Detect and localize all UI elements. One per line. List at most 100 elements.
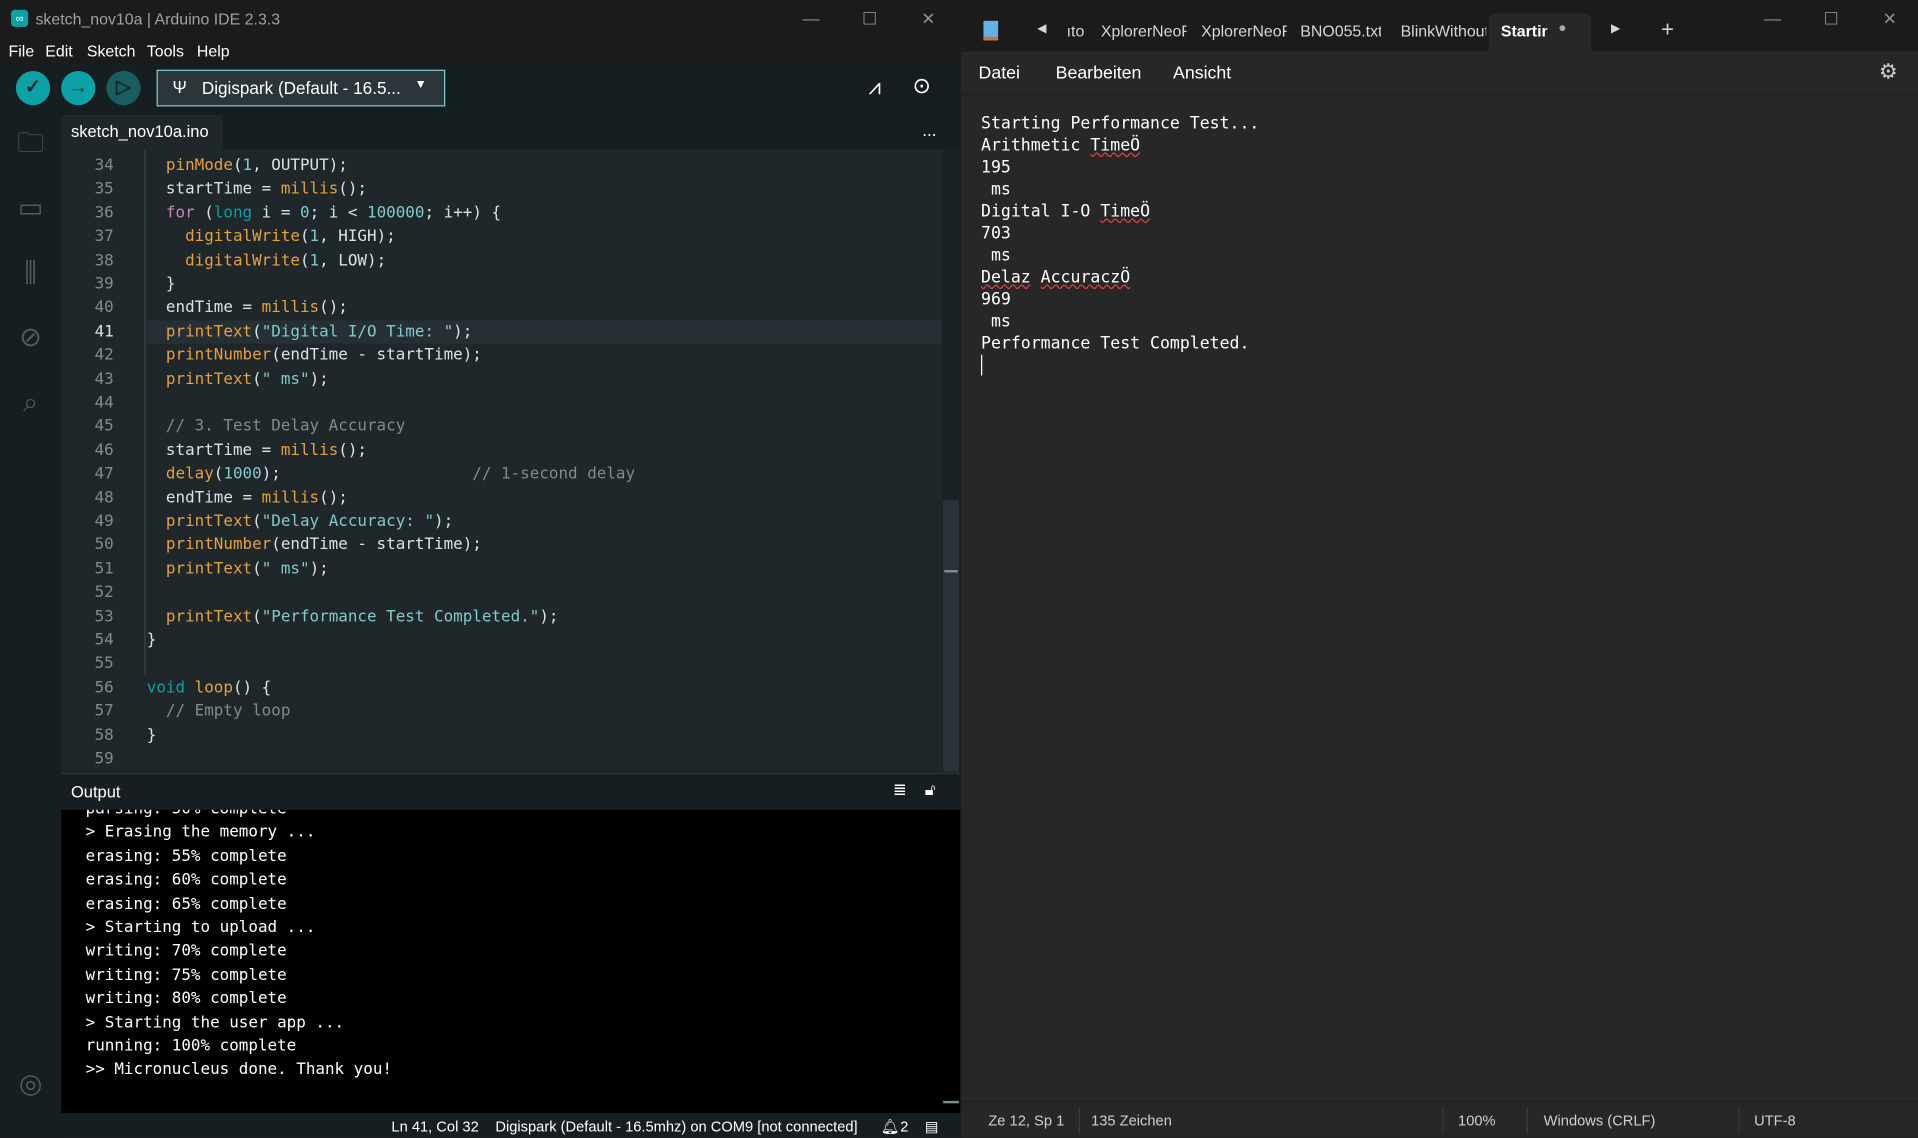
text-line: Delaz AccuraczÖ [981,267,1131,288]
minimize-icon[interactable]: — [1754,5,1791,32]
menu-bar: File Edit Sketch Tools Help [0,37,961,64]
clear-output-icon[interactable]: ≣ [893,780,907,800]
settings-gear-icon[interactable]: ⚙ [1879,60,1898,84]
output-line: parsing: 50% complete [86,810,287,822]
line-number: 52 [94,583,114,603]
line-number: 38 [94,251,114,270]
menu-tools[interactable]: Tools [147,42,184,60]
menu-help[interactable]: Help [197,42,230,60]
output-line: > Erasing the memory ... [85,823,316,843]
line-number: 40 [94,298,114,318]
code-line: printNumber(endTime - startTime); [165,346,482,365]
text-line: Digital I-O TimeÖ [981,201,1151,222]
line-number: 37 [94,227,114,247]
code-line: } [146,726,157,745]
search-icon[interactable]: ⌕ [15,387,47,419]
encoding[interactable]: UTF-8 [1754,1112,1796,1129]
code-line: printText(" ms"); [165,370,329,389]
title-bar: ∞ sketch_nov10a | Arduino IDE 2.3.3 — ☐ … [0,0,961,38]
tab[interactable]: BNO055.txt [1300,22,1381,40]
text-line: ms [981,179,1011,200]
code-line: startTime = millis(); [146,441,367,460]
file-tab[interactable]: sketch_nov10a.ino [61,114,223,150]
code-line: printText(" ms"); [165,559,329,579]
code-line: } [146,631,157,650]
line-number: 42 [94,346,114,365]
output-line: writing: 70% complete [85,942,287,961]
notepad-icon [983,20,999,41]
editor-scrollbar[interactable] [941,149,961,774]
line-number: 57 [94,702,114,721]
output-line: erasing: 55% complete [85,847,287,866]
maximize-icon[interactable]: ☐ [1813,5,1850,32]
text-line: Arithmetic TimeÖ [981,135,1141,156]
board-label: Digispark (Default - 16.5... [201,78,401,98]
notepad-window: ◀ ıto XplorerNeoF XplorerNeoF BNO055.txt… [961,0,1918,1138]
menu-bearbeiten[interactable]: Bearbeiten [1056,64,1142,84]
tab[interactable]: XplorerNeoF [1101,22,1187,40]
debug-button[interactable]: ▷ [106,70,141,106]
serial-plotter-icon[interactable]: ⩘ [868,75,880,101]
minimize-icon[interactable]: — [793,5,830,32]
notepad-menu-bar: Datei Bearbeiten Ansicht ⚙ [961,51,1918,96]
code-line: delay(1000); // 1-second delay [165,465,636,484]
line-number: 55 [94,654,114,674]
menu-file[interactable]: File [9,42,35,60]
line-number: 43 [94,370,114,389]
debug-icon[interactable]: ⊘ [15,322,47,354]
cursor-position: Ze 12, Sp 1 [988,1111,1065,1130]
new-tab-icon[interactable]: + [1661,17,1674,43]
line-ending[interactable]: Windows (CRLF) [1544,1112,1656,1129]
unsaved-dot-icon[interactable]: ● [1558,21,1566,36]
menu-sketch[interactable]: Sketch [87,42,136,60]
usb-icon: Ψ [172,77,187,97]
serial-monitor-icon[interactable]: ⊙ [913,73,931,99]
verify-button[interactable]: ✓ [15,70,51,106]
board-selector[interactable]: Ψ Digispark (Default - 16.5... ▼ [156,69,446,107]
menu-ansicht[interactable]: Ansicht [1173,64,1231,84]
zoom-level[interactable]: 100% [1458,1112,1496,1129]
tab[interactable]: XplorerNeoF [1201,22,1287,40]
tab[interactable]: ıto [1067,22,1091,40]
lock-scroll-icon[interactable]: 🔓︎ [925,780,936,800]
line-number: 48 [94,488,114,508]
cursor-position: Ln 41, Col 32 [391,1118,479,1136]
output-line: > Starting to upload ... [85,918,316,937]
line-number: 44 [94,393,114,413]
menu-edit[interactable]: Edit [45,42,72,60]
line-number: 35 [94,180,114,199]
tab-active[interactable]: Startin [1501,22,1547,40]
toggle-panel-icon[interactable]: ▤ [925,1118,939,1135]
tab[interactable]: BlinkWithout [1401,22,1487,40]
output-scrollbar[interactable] [941,809,961,1114]
activity-sidebar: 🗀 ▭ ⫼ ⊘ ⌕ ◎ [0,114,62,1138]
notification-count: 2 [900,1118,909,1136]
line-number: 34 [94,156,114,175]
line-number: 50 [94,536,114,555]
library-icon[interactable]: ⫼ [15,257,47,289]
close-icon[interactable]: ✕ [1871,5,1908,32]
upload-button[interactable]: → [61,70,96,106]
scroll-tabs-right-icon[interactable]: ▶ [1611,22,1620,35]
notepad-tab-bar: ◀ ıto XplorerNeoF XplorerNeoF BNO055.txt… [961,0,1918,52]
maximize-icon[interactable]: ☐ [851,5,888,32]
more-icon[interactable]: ... [922,120,936,140]
code-editor[interactable]: 34 pinMode(1, OUTPUT); 35 startTime = mil… [61,149,942,774]
output-line: running: 100% complete [85,1037,297,1056]
line-number: 45 [94,417,114,436]
text-line: Performance Test Completed. [981,333,1250,354]
arduino-ide-window: ∞ sketch_nov10a | Arduino IDE 2.3.3 — ☐ … [0,0,961,1138]
line-number: 41 [94,322,114,342]
account-icon[interactable]: ◎ [15,1068,47,1100]
menu-datei[interactable]: Datei [979,64,1020,84]
board-manager-icon[interactable]: ▭ [15,192,47,224]
notification-icon[interactable]: 🔔︎ [881,1118,900,1135]
notepad-text-area[interactable]: Starting Performance Test... Arithmetic T… [961,113,1918,1092]
close-icon[interactable]: ✕ [910,5,947,32]
line-number: 49 [94,512,114,531]
line-number: 51 [94,559,114,579]
folder-icon[interactable]: 🗀 [15,127,47,159]
notepad-status-bar: Ze 12, Sp 1 135 Zeichen 100% Windows (CR… [961,1100,1918,1138]
scroll-tabs-left-icon[interactable]: ◀ [1037,22,1046,35]
output-console[interactable]: parsing: 50% complete> Erasing the memor… [61,809,942,1114]
